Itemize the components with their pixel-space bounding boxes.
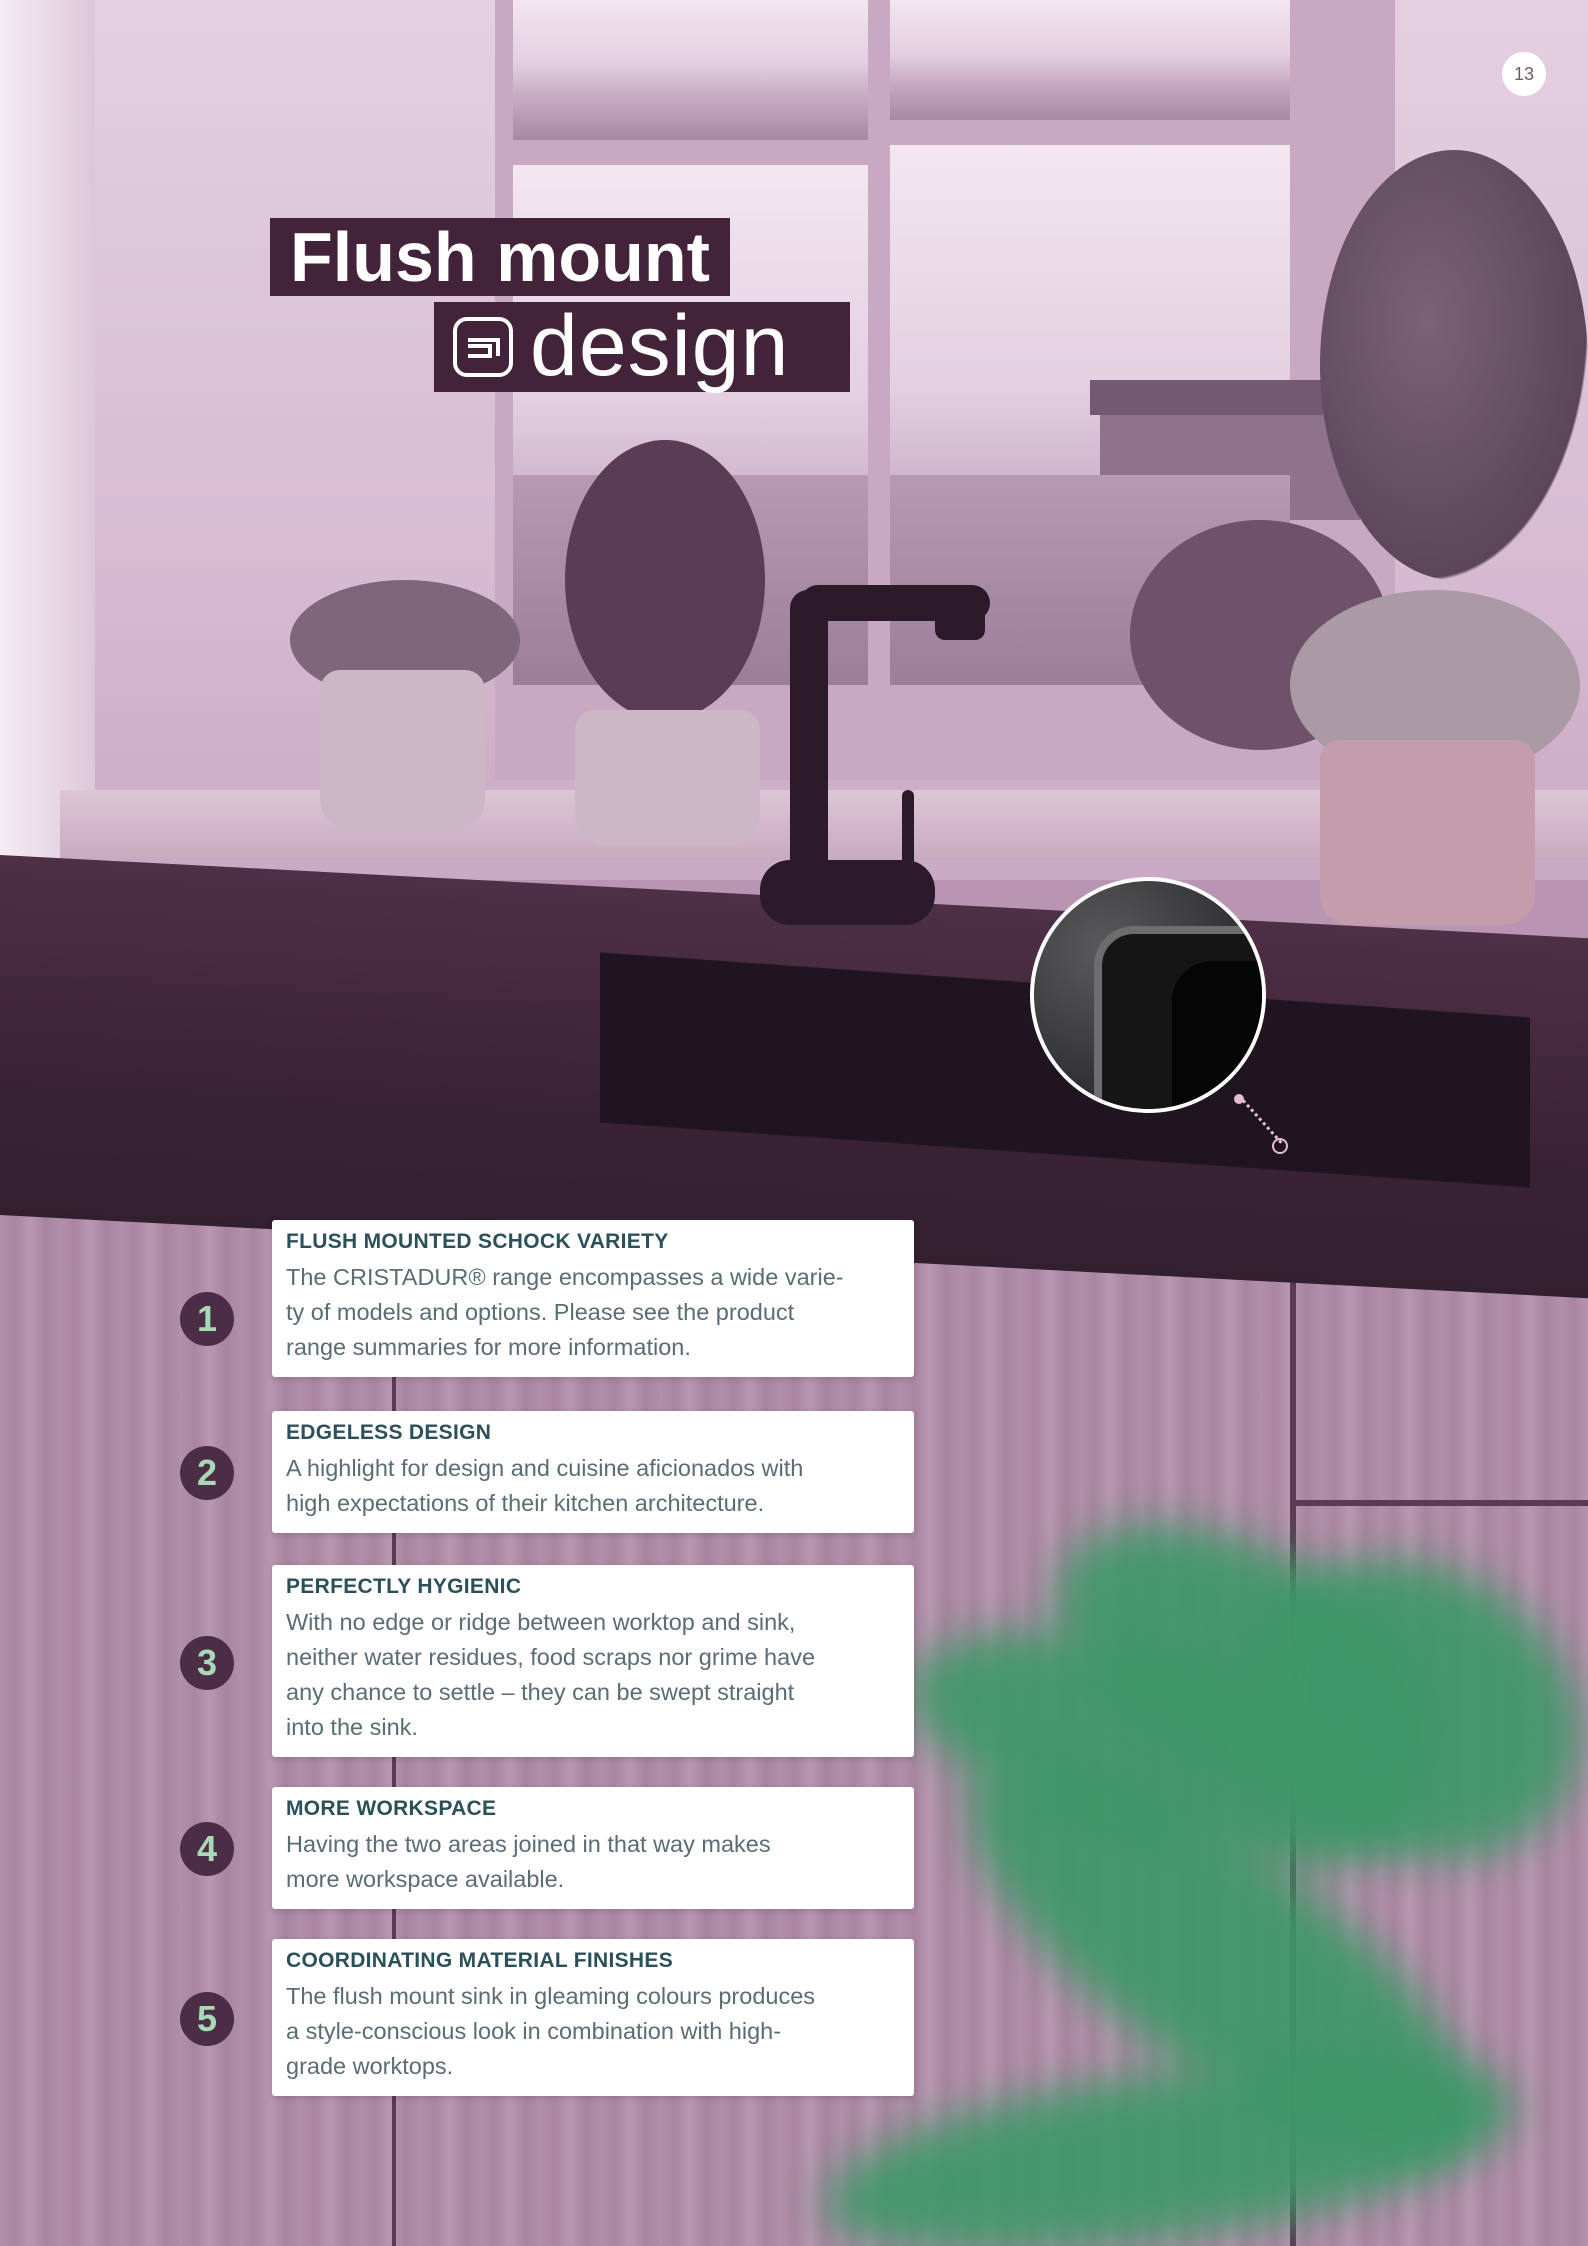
feature-heading: EDGELESS DESIGN (286, 1421, 492, 1444)
feature-number-badge: 1 (180, 1292, 234, 1346)
feature-text-line: A highlight for design and cuisine afici… (286, 1455, 804, 1481)
faucet-base (760, 860, 935, 925)
feature-heading: COORDINATING MATERIAL FINISHES (286, 1949, 673, 1972)
plant-pot (320, 670, 485, 830)
zoom-detail-circle (1030, 877, 1266, 1113)
feature-text-line: a style-conscious look in combination wi… (286, 2018, 782, 2044)
feature-text: Having the two areas joined in that way … (286, 1827, 900, 1897)
faucet (935, 590, 985, 640)
feature-heading: FLUSH MOUNTED SCHOCK VARIETY (286, 1230, 669, 1253)
feature-card: PERFECTLY HYGIENIC With no edge or ridge… (272, 1565, 914, 1757)
feature-text: With no edge or ridge between worktop an… (286, 1605, 900, 1745)
faucet (790, 590, 828, 890)
feature-card: COORDINATING MATERIAL FINISHES The flush… (272, 1939, 914, 2096)
feature-text-line: into the sink. (286, 1714, 418, 1740)
feature-text-line: more workspace available. (286, 1866, 565, 1892)
feature-number-badge: 3 (180, 1636, 234, 1690)
feature-card: MORE WORKSPACE Having the two areas join… (272, 1787, 914, 1909)
feature-text-line: With no edge or ridge between worktop an… (286, 1609, 796, 1635)
feature-text-line: ty of models and options. Please see the… (286, 1299, 795, 1325)
feature-card: EDGELESS DESIGN A highlight for design a… (272, 1411, 914, 1533)
feature-number-badge: 2 (180, 1446, 234, 1500)
feature-text-line: neither water residues, food scraps nor … (286, 1644, 816, 1670)
feature-text: The flush mount sink in gleaming colours… (286, 1979, 900, 2084)
plant-leaves (1320, 150, 1588, 580)
feature-text-line: The flush mount sink in gleaming colours… (286, 1983, 816, 2009)
plant-pot (1320, 740, 1535, 925)
feature-number-badge: 4 (180, 1822, 234, 1876)
feature-text-line: range summaries for more information. (286, 1334, 691, 1360)
feature-text-line: The CRISTADUR® range encompasses a wide … (286, 1264, 844, 1290)
feature-heading: PERFECTLY HYGIENIC (286, 1575, 522, 1598)
window-pane (513, 0, 868, 140)
title-line-2-box: design (434, 298, 850, 394)
topiary-plant (565, 440, 765, 720)
title-line-1: Flush mount (270, 218, 730, 296)
sink-basin-detail (1172, 961, 1262, 1109)
title-line-2: design (530, 298, 790, 394)
window-pane (890, 0, 1290, 120)
feature-number-badge: 5 (180, 1992, 234, 2046)
pointer-target-ring (1272, 1138, 1288, 1154)
page-number: 13 (1502, 52, 1546, 96)
feature-text-line: Having the two areas joined in that way … (286, 1831, 771, 1857)
feature-card: FLUSH MOUNTED SCHOCK VARIETY The CRISTAD… (272, 1220, 914, 1377)
plant-pot (575, 710, 760, 845)
feature-heading: MORE WORKSPACE (286, 1797, 497, 1820)
cabinet-seam (1296, 1500, 1588, 1506)
sink-flush-icon (453, 317, 513, 377)
curtain (0, 0, 95, 860)
feature-text-line: high expectations of their kitchen archi… (286, 1490, 765, 1516)
feature-text: A highlight for design and cuisine afici… (286, 1451, 900, 1521)
feature-text-line: grade worktops. (286, 2053, 454, 2079)
feature-text: The CRISTADUR® range encompasses a wide … (286, 1260, 900, 1365)
feature-text-line: any chance to settle – they can be swept… (286, 1679, 795, 1705)
